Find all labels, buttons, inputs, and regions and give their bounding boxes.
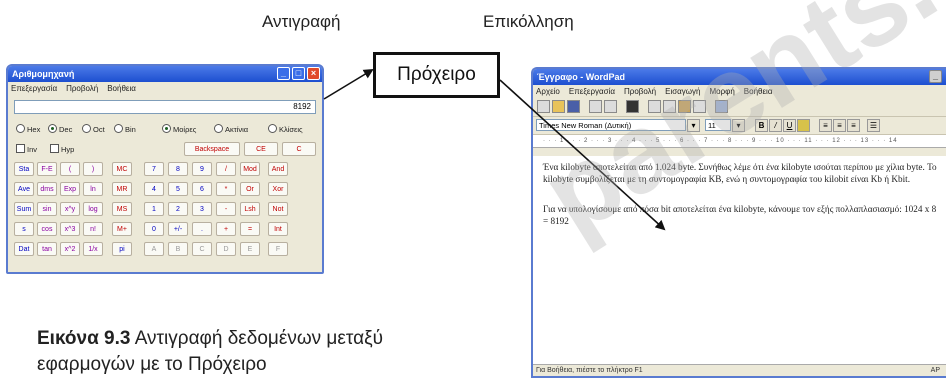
copy-arrow — [323, 68, 374, 100]
figure-caption: Εικόνα 9.3 Αντιγραφή δεδομένων μεταξύ εφ… — [37, 326, 397, 378]
caption-number: Εικόνα 9.3 — [37, 328, 131, 349]
